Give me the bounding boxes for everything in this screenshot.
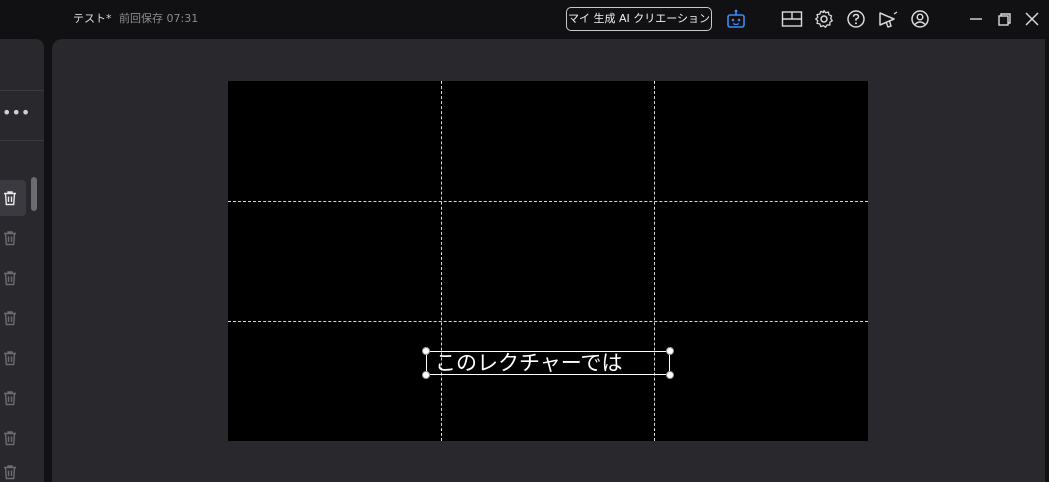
scrollbar[interactable] xyxy=(31,177,37,211)
my-ai-creation-button[interactable]: マイ 生成 AI クリエーション xyxy=(566,7,712,31)
trash-icon[interactable] xyxy=(1,269,19,287)
close-icon[interactable] xyxy=(1021,8,1043,30)
document-title: テスト* 前回保存 07:31 xyxy=(73,10,198,26)
saved-status: 前回保存 07:31 xyxy=(119,12,199,25)
more-options-button[interactable]: ••• xyxy=(2,103,30,122)
grid-line-vertical xyxy=(654,81,655,441)
layout-icon[interactable] xyxy=(781,8,803,30)
caption-text-box[interactable]: このレクチャーでは xyxy=(426,351,670,375)
robot-icon[interactable] xyxy=(725,8,747,30)
restore-icon[interactable] xyxy=(993,8,1015,30)
resize-handle-bottom-right[interactable] xyxy=(666,371,674,379)
resize-handle-bottom-left[interactable] xyxy=(422,371,430,379)
trash-icon[interactable] xyxy=(1,389,19,407)
help-icon[interactable] xyxy=(845,8,867,30)
grid-line-vertical xyxy=(441,81,442,441)
grid-line-horizontal xyxy=(228,201,868,202)
resize-handle-top-left[interactable] xyxy=(422,347,430,355)
trash-icon[interactable] xyxy=(1,309,19,327)
gear-icon[interactable] xyxy=(813,8,835,30)
video-canvas[interactable]: このレクチャーでは xyxy=(228,81,868,441)
trash-icon[interactable] xyxy=(1,229,19,247)
trash-icon[interactable] xyxy=(1,189,19,207)
account-icon[interactable] xyxy=(909,8,931,30)
resize-handle-top-right[interactable] xyxy=(666,347,674,355)
megaphone-icon[interactable] xyxy=(877,8,899,30)
document-name: テスト* xyxy=(73,12,112,25)
trash-icon[interactable] xyxy=(1,429,19,447)
trash-icon[interactable] xyxy=(1,349,19,367)
title-bar: テスト* 前回保存 07:31 マイ 生成 AI クリエーション xyxy=(0,0,1049,36)
grid-line-horizontal xyxy=(228,321,868,322)
left-panel: ••• xyxy=(0,39,44,482)
trash-icon[interactable] xyxy=(1,463,19,481)
minimize-icon[interactable] xyxy=(965,8,987,30)
panel-header xyxy=(0,39,44,91)
